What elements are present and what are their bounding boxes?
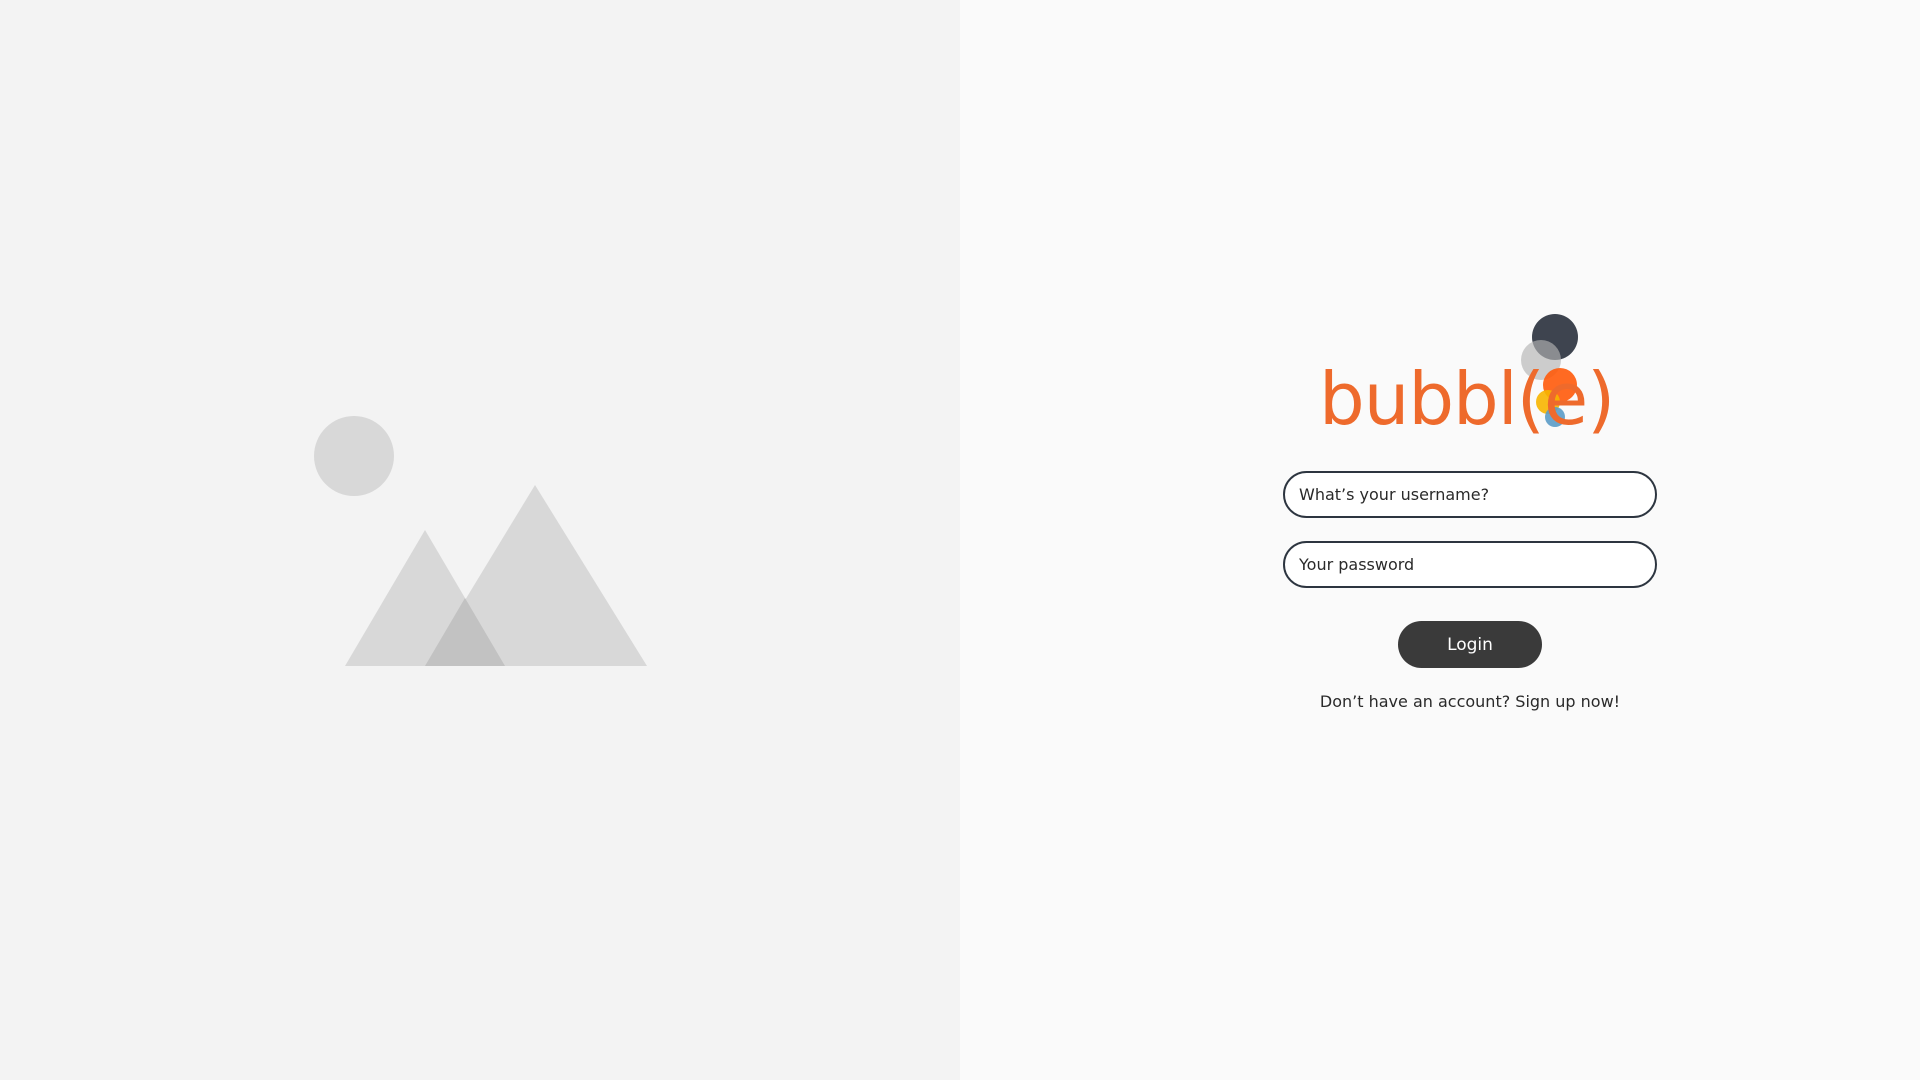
login-panel: bubbl(e) Login Don’t have an account? Si… bbox=[960, 0, 1920, 1080]
login-page: bubbl(e) Login Don’t have an account? Si… bbox=[0, 0, 1920, 1080]
placeholder-sun bbox=[314, 416, 394, 496]
logo-wordmark: bubbl(e) bbox=[1319, 357, 1615, 441]
password-input[interactable] bbox=[1283, 541, 1657, 588]
username-input[interactable] bbox=[1283, 471, 1657, 518]
image-placeholder-icon bbox=[314, 416, 647, 666]
app-logo: bubbl(e) bbox=[1283, 310, 1657, 450]
signup-link[interactable]: Don’t have an account? Sign up now! bbox=[1283, 692, 1657, 711]
login-button[interactable]: Login bbox=[1398, 621, 1542, 668]
hero-panel bbox=[0, 0, 960, 1080]
login-form: bubbl(e) Login Don’t have an account? Si… bbox=[1283, 310, 1657, 711]
